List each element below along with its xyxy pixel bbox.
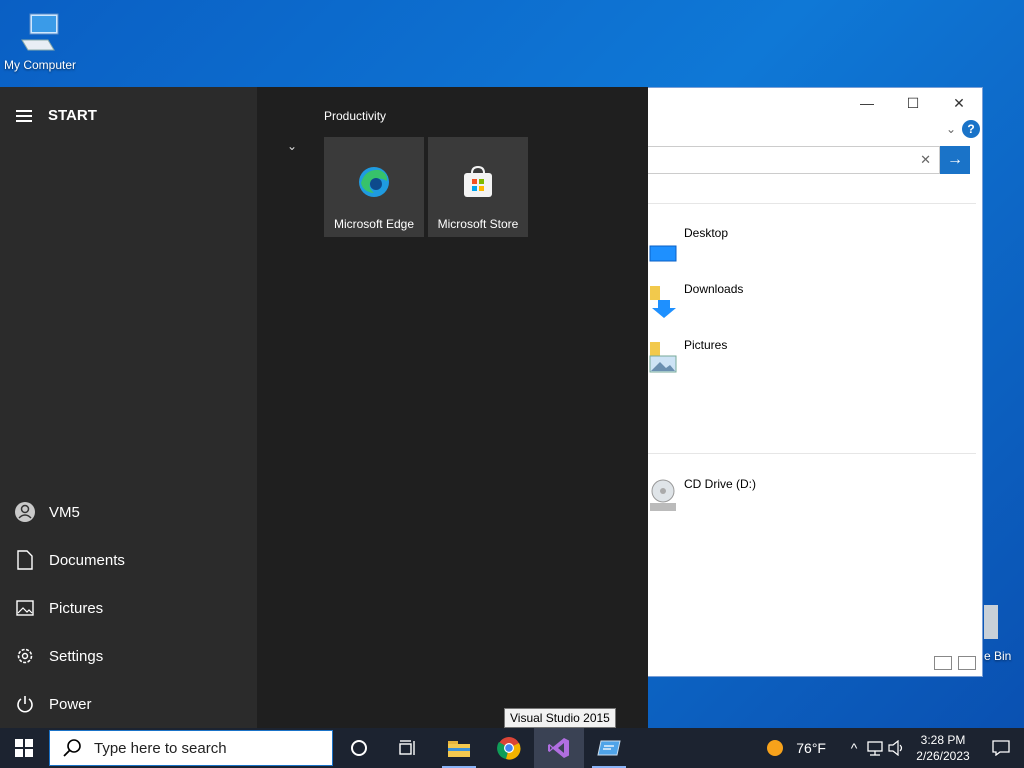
tile-microsoft-edge[interactable]: Microsoft Edge: [324, 137, 424, 237]
recycle-bin-icon: [984, 605, 998, 639]
cortana-button[interactable]: [334, 728, 384, 768]
divider: [640, 453, 976, 454]
chrome-icon: [497, 737, 521, 760]
start-user-account[interactable]: VM5: [14, 492, 244, 532]
cd-drive-icon: [648, 477, 678, 517]
document-icon: [14, 549, 36, 571]
taskbar-tooltip: Visual Studio 2015: [504, 708, 616, 728]
app-window-icon: [597, 740, 621, 756]
desktop-icon-label: e Bin: [984, 649, 1012, 663]
desktop-icon-recycle-bin[interactable]: e Bin: [984, 605, 1024, 675]
large-icons-view-icon[interactable]: [958, 656, 976, 670]
computer-icon: [18, 10, 62, 54]
start-link-power[interactable]: Power: [14, 684, 244, 724]
divider: [640, 203, 976, 204]
windows-logo-icon: [15, 739, 33, 757]
taskbar-chrome[interactable]: [484, 728, 534, 768]
start-link-label: Settings: [49, 647, 104, 665]
chevron-up-icon: ^: [850, 740, 858, 756]
tile-label: Microsoft Edge: [333, 217, 415, 231]
weather-widget[interactable]: 76°F: [766, 739, 826, 757]
store-bag-icon: [461, 165, 495, 199]
network-button[interactable]: [864, 728, 886, 768]
desktop-icon-my-computer[interactable]: My Computer: [0, 10, 80, 72]
ribbon-expand-icon[interactable]: ⌄: [946, 122, 956, 136]
explorer-search-input[interactable]: ✕: [640, 146, 940, 174]
folder-label: Desktop: [684, 226, 729, 240]
close-button[interactable]: ✕: [936, 88, 982, 118]
picture-icon: [14, 597, 36, 619]
minimize-button[interactable]: —: [844, 88, 890, 118]
search-input[interactable]: [92, 738, 296, 758]
start-link-label: Power: [49, 695, 92, 713]
search-icon: [63, 739, 81, 757]
folder-label: Pictures: [684, 338, 728, 352]
start-user-label: VM5: [49, 503, 80, 521]
taskbar-app-window[interactable]: [584, 728, 634, 768]
notification-icon: [992, 740, 1010, 756]
tile-label: Microsoft Store: [437, 217, 519, 231]
clear-search-icon[interactable]: ✕: [920, 152, 931, 168]
taskbar-search-box[interactable]: [49, 730, 333, 766]
taskbar: 76°F ^ 3:28 PM 2/26/2023: [0, 728, 1024, 768]
tile-group-title: Productivity: [324, 109, 387, 123]
drive-item-cd[interactable]: CD Drive (D:): [648, 477, 756, 517]
start-header[interactable]: START: [16, 107, 97, 124]
edge-icon: [357, 165, 391, 199]
clock-date: 2/26/2023: [916, 749, 970, 763]
start-link-label: Documents: [49, 551, 125, 569]
folder-item-desktop[interactable]: Desktop: [648, 226, 728, 266]
folder-item-downloads[interactable]: Downloads: [648, 282, 743, 322]
maximize-button[interactable]: ☐: [890, 88, 936, 118]
details-view-icon[interactable]: [934, 656, 952, 670]
taskbar-clock[interactable]: 3:28 PM 2/26/2023: [908, 732, 978, 764]
task-view-button[interactable]: [384, 728, 434, 768]
visual-studio-icon: [548, 738, 569, 758]
desktop-icon-label: My Computer: [3, 58, 77, 72]
collapse-chevron-icon[interactable]: ⌄: [287, 139, 297, 153]
cortana-circle-icon: [351, 740, 367, 756]
start-menu: START VM5 Documents Pictures Settings Po…: [0, 87, 648, 728]
folder-label: Downloads: [684, 282, 744, 296]
volume-button[interactable]: [886, 728, 908, 768]
system-tray: 76°F ^ 3:28 PM 2/26/2023: [766, 728, 1024, 768]
downloads-folder-icon: [648, 282, 678, 322]
taskbar-file-explorer[interactable]: [434, 728, 484, 768]
start-link-label: Pictures: [49, 599, 104, 617]
network-icon: [867, 741, 883, 756]
start-link-documents[interactable]: Documents: [14, 540, 244, 580]
clock-time: 3:28 PM: [920, 733, 966, 747]
pictures-folder-icon: [648, 338, 678, 378]
show-hidden-icons-button[interactable]: ^: [844, 728, 864, 768]
desktop-folder-icon: [648, 226, 678, 266]
speaker-icon: [888, 740, 903, 756]
drive-label: CD Drive (D:): [684, 477, 756, 491]
tile-microsoft-store[interactable]: Microsoft Store: [428, 137, 528, 237]
go-arrow-button[interactable]: →: [940, 146, 970, 174]
folder-icon: [448, 741, 470, 757]
weather-temp: 76°F: [796, 740, 826, 756]
start-button[interactable]: [0, 728, 48, 768]
taskbar-visual-studio[interactable]: [534, 728, 584, 768]
help-icon[interactable]: ?: [962, 120, 980, 138]
power-icon: [14, 693, 36, 715]
user-avatar-icon: [14, 501, 36, 523]
start-menu-sidebar: START VM5 Documents Pictures Settings Po…: [0, 87, 257, 728]
start-title: START: [48, 107, 97, 124]
start-link-pictures[interactable]: Pictures: [14, 588, 244, 628]
sun-icon: [767, 740, 784, 756]
action-center-button[interactable]: [978, 728, 1024, 768]
menu-hamburger-icon: [16, 109, 32, 122]
folder-item-pictures[interactable]: Pictures: [648, 338, 727, 378]
start-link-settings[interactable]: Settings: [14, 636, 244, 676]
gear-icon: [14, 645, 36, 667]
task-view-icon: [399, 740, 415, 755]
